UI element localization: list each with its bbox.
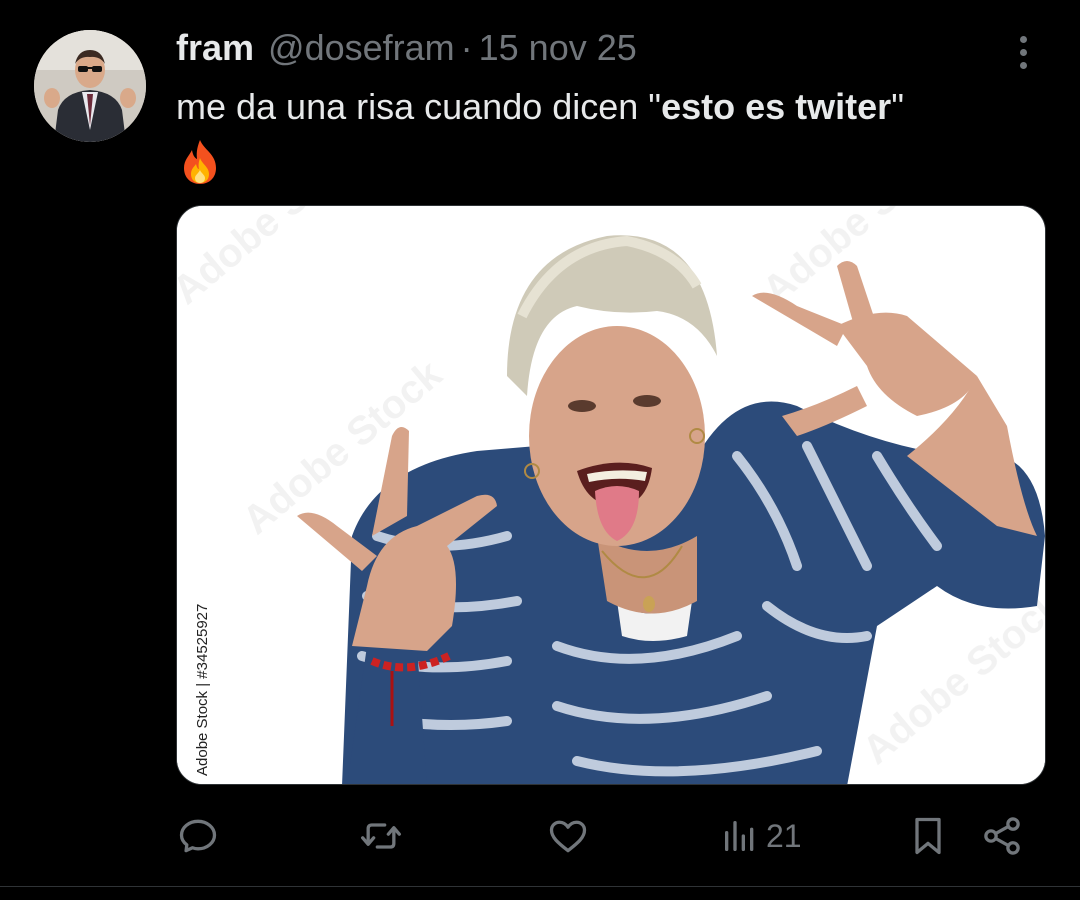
views-count: 21: [766, 817, 802, 854]
tweet-header: fram @dosefram · 15 nov 25: [176, 26, 637, 70]
views-button[interactable]: 21: [720, 808, 802, 864]
post-date[interactable]: 15 nov 25: [479, 27, 637, 69]
like-button[interactable]: [546, 808, 590, 864]
tweet-divider: [0, 886, 1080, 887]
more-options-icon[interactable]: [1006, 32, 1040, 72]
media-photo: Adobe Stock Adobe Stock Adobe Stock Adob…: [177, 206, 1045, 784]
views-icon: [725, 821, 754, 851]
tweet-text: me da una risa cuando dicen "esto es twi…: [176, 82, 1056, 132]
tweet-text-bold: esto es twiter: [661, 86, 892, 127]
tweet-text-end: ": [891, 86, 904, 127]
share-icon: [984, 817, 1020, 855]
separator-dot: ·: [460, 27, 473, 68]
tweet-text-plain: me da una risa cuando dicen ": [176, 86, 662, 127]
avatar-image: [34, 30, 146, 142]
tweet-actions: 21: [176, 808, 1046, 864]
share-button[interactable]: [980, 808, 1024, 864]
tweet[interactable]: fram @dosefram · 15 nov 25 me da una ris…: [0, 0, 1080, 900]
author-handle[interactable]: @dosefram: [268, 27, 455, 69]
author-name[interactable]: fram: [176, 27, 254, 69]
repost-icon: [361, 823, 401, 849]
avatar[interactable]: [34, 30, 146, 142]
fire-emoji: [178, 138, 222, 186]
reply-button[interactable]: [176, 808, 220, 864]
bookmark-icon: [915, 817, 941, 855]
tweet-media[interactable]: Adobe Stock Adobe Stock Adobe Stock Adob…: [176, 205, 1046, 785]
bookmark-button[interactable]: [906, 808, 950, 864]
reply-icon: [179, 819, 217, 853]
media-credit: Adobe Stock | #34525927: [194, 604, 211, 776]
repost-button[interactable]: [358, 808, 404, 864]
heart-icon: [549, 820, 587, 853]
